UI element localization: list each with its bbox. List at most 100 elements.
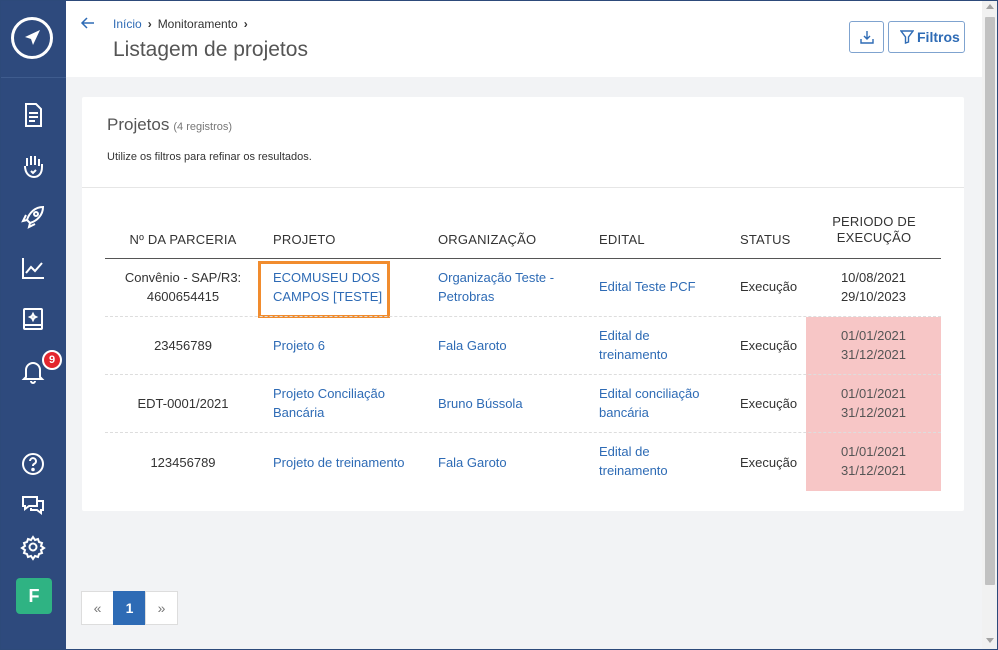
cell-text: Fala Garoto bbox=[438, 455, 507, 470]
column-header-parceria[interactable]: Nº DA PARCERIA bbox=[118, 232, 248, 247]
cell-text: Organização Teste - bbox=[438, 270, 555, 285]
breadcrumb: Início › Monitoramento › bbox=[113, 17, 254, 31]
breadcrumb-monitoramento[interactable]: Monitoramento bbox=[158, 17, 238, 31]
cell-projeto-link[interactable]: Projeto de treinamento bbox=[273, 453, 405, 472]
cell-parceria: 23456789 bbox=[118, 336, 248, 355]
cell-organizacao-link[interactable]: Fala Garoto bbox=[438, 453, 507, 472]
cell-projeto-link[interactable]: Projeto Conciliação Bancária bbox=[273, 384, 385, 422]
cell-text: Bruno Bússola bbox=[438, 396, 523, 411]
pagination-prev[interactable]: « bbox=[81, 591, 114, 625]
cell-periodo: 10/08/2021 29/10/2023 bbox=[806, 268, 941, 306]
cell-text: Projeto de treinamento bbox=[273, 455, 405, 470]
cell-status: Execução bbox=[740, 338, 798, 353]
page-title: Listagem de projetos bbox=[113, 38, 308, 61]
sidebar-divider bbox=[0, 77, 66, 78]
cell-text: 29/10/2023 bbox=[840, 289, 907, 304]
breadcrumb-separator: › bbox=[243, 17, 248, 31]
cell-text: Fala Garoto bbox=[438, 338, 507, 353]
cell-edital-link[interactable]: Edital de treinamento bbox=[599, 442, 668, 480]
pagination-next[interactable]: » bbox=[145, 591, 178, 625]
cell-periodo: 01/01/2021 31/12/2021 bbox=[806, 384, 941, 422]
cell-text: 23456789 bbox=[154, 338, 212, 353]
chat-icon[interactable] bbox=[19, 491, 47, 519]
cell-text: Projeto Conciliação bbox=[273, 386, 386, 401]
column-header-periodo-line2: EXECUÇÃO bbox=[836, 230, 912, 245]
chart-line-icon[interactable] bbox=[19, 254, 47, 282]
cell-parceria: Convênio - SAP/R3: 4600654415 bbox=[118, 268, 248, 306]
download-icon bbox=[860, 31, 874, 44]
projects-card: Projetos (4 registros) Utilize os filtros… bbox=[82, 97, 964, 511]
cell-text: 01/01/2021 bbox=[840, 328, 907, 343]
cell-organizacao-link[interactable]: Organização Teste - Petrobras bbox=[438, 268, 554, 306]
cell-projeto-link[interactable]: Projeto 6 bbox=[273, 336, 325, 355]
record-count: (4 registros) bbox=[173, 121, 233, 133]
column-header-edital[interactable]: EDITAL bbox=[599, 232, 645, 247]
help-icon[interactable] bbox=[19, 450, 47, 478]
cell-edital-link[interactable]: Edital de treinamento bbox=[599, 326, 668, 364]
cell-text: Petrobras bbox=[438, 289, 495, 304]
scrollbar[interactable] bbox=[982, 0, 998, 650]
cell-text: 4600654415 bbox=[146, 289, 220, 304]
cell-status: Execução bbox=[740, 455, 798, 470]
cell-text: Edital de bbox=[599, 444, 650, 459]
pagination-page-1[interactable]: 1 bbox=[113, 591, 146, 625]
filter-button[interactable]: Filtros bbox=[888, 21, 965, 53]
cell-text: treinamento bbox=[599, 347, 668, 362]
row-divider bbox=[105, 316, 941, 317]
column-header-projeto[interactable]: PROJETO bbox=[273, 232, 336, 247]
send-arrow-icon bbox=[25, 30, 40, 45]
column-header-periodo[interactable]: PERIODO DE EXECUÇÃO bbox=[814, 214, 934, 245]
card-description: Utilize os filtros para refinar os resul… bbox=[107, 151, 312, 163]
user-avatar[interactable]: F bbox=[16, 578, 52, 614]
table-header-line bbox=[105, 258, 941, 259]
cell-text: EDT-0001/2021 bbox=[137, 396, 229, 411]
gear-icon[interactable] bbox=[19, 533, 47, 561]
scroll-up-arrow-icon[interactable] bbox=[986, 4, 994, 9]
cell-periodo: 01/01/2021 31/12/2021 bbox=[806, 442, 941, 480]
row-divider bbox=[105, 374, 941, 375]
page-header: Início › Monitoramento › Listagem de projet… bbox=[66, 0, 982, 77]
book-icon[interactable] bbox=[19, 305, 47, 333]
pagination: « 1 » bbox=[81, 591, 178, 625]
scroll-down-arrow-icon[interactable] bbox=[986, 638, 994, 643]
column-header-organizacao[interactable]: ORGANIZAÇÃO bbox=[438, 232, 536, 247]
cell-text: treinamento bbox=[599, 463, 668, 478]
cell-text: Edital de bbox=[599, 328, 650, 343]
card-divider bbox=[82, 187, 964, 188]
cell-text: Edital conciliação bbox=[599, 386, 700, 401]
cell-organizacao-link[interactable]: Bruno Bússola bbox=[438, 394, 523, 413]
download-button[interactable] bbox=[849, 21, 884, 53]
scrollbar-thumb[interactable] bbox=[985, 17, 995, 585]
row-divider bbox=[105, 432, 941, 433]
cell-parceria: EDT-0001/2021 bbox=[118, 394, 248, 413]
cell-text: Convênio - SAP/R3: bbox=[124, 270, 242, 285]
cell-text: Projeto 6 bbox=[273, 338, 326, 353]
breadcrumb-separator: › bbox=[147, 17, 152, 31]
card-title: Projetos (4 registros) bbox=[107, 115, 232, 135]
hand-heart-icon[interactable] bbox=[19, 152, 47, 180]
cell-organizacao-link[interactable]: Fala Garoto bbox=[438, 336, 507, 355]
column-header-status[interactable]: STATUS bbox=[740, 232, 791, 247]
cell-text: 31/12/2021 bbox=[840, 463, 907, 478]
cell-text: 31/12/2021 bbox=[840, 405, 907, 420]
filter-label: Filtros bbox=[917, 29, 960, 45]
cell-status: Execução bbox=[740, 396, 798, 411]
back-arrow-icon[interactable] bbox=[80, 15, 96, 31]
cell-text: Edital Teste PCF bbox=[599, 279, 696, 294]
cell-text: 31/12/2021 bbox=[840, 347, 907, 362]
app-logo[interactable] bbox=[11, 17, 53, 59]
rocket-icon[interactable] bbox=[19, 203, 47, 231]
sidebar: 9 F bbox=[0, 0, 66, 650]
selection-highlight bbox=[258, 261, 390, 318]
cell-status: Execução bbox=[740, 279, 798, 294]
cell-parceria: 123456789 bbox=[118, 453, 248, 472]
cell-edital-link[interactable]: Edital Teste PCF bbox=[599, 277, 696, 296]
breadcrumb-home[interactable]: Início bbox=[113, 17, 142, 31]
cell-edital-link[interactable]: Edital conciliação bancária bbox=[599, 384, 699, 422]
document-icon[interactable] bbox=[19, 101, 47, 129]
cell-text: 01/01/2021 bbox=[840, 386, 907, 401]
cell-text: 10/08/2021 bbox=[840, 270, 907, 285]
cell-text: 123456789 bbox=[150, 455, 216, 470]
card-title-text: Projetos bbox=[107, 115, 170, 134]
filter-icon bbox=[900, 30, 914, 44]
